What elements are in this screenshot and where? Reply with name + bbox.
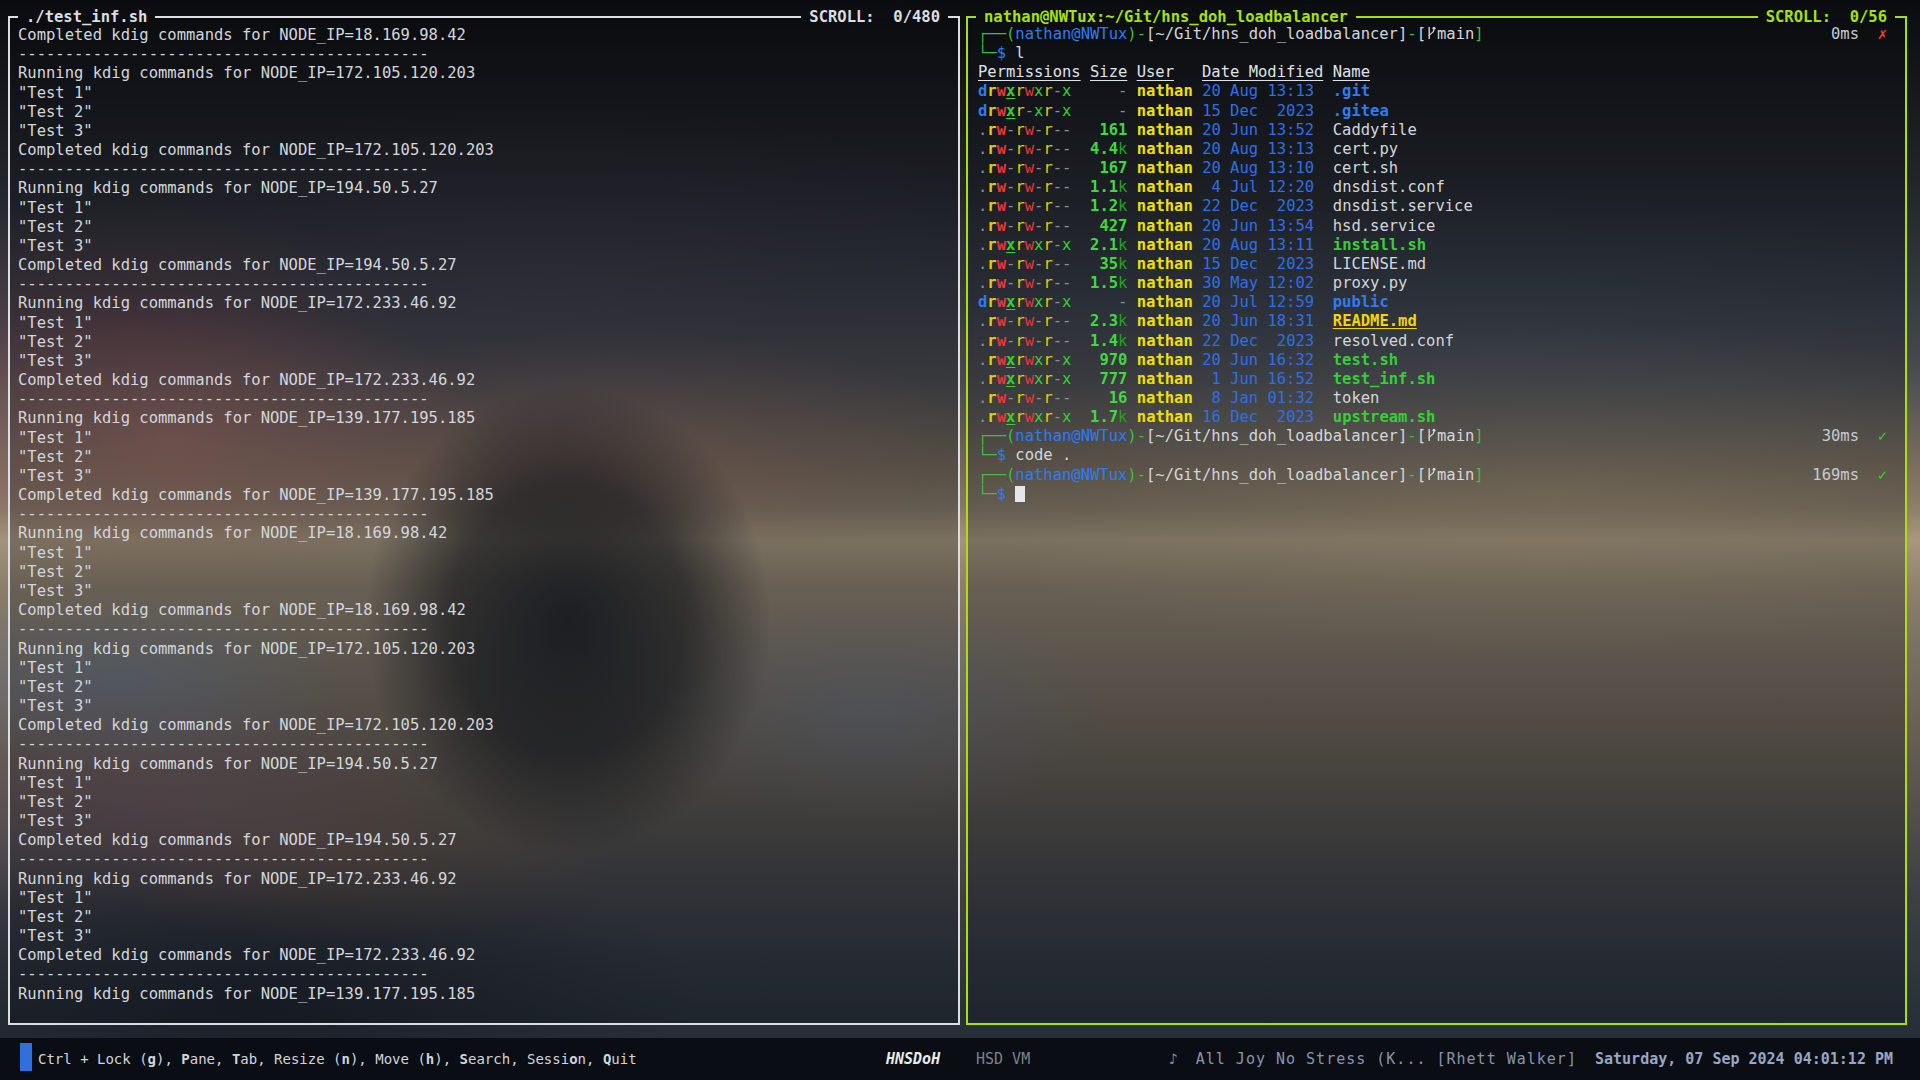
command-status: 169ms ✓ <box>1812 466 1887 485</box>
music-note-icon: ♪ <box>1169 1050 1196 1068</box>
left-pane-top-border: ./test_inf.sh SCROLL: 0/480 <box>8 6 960 28</box>
keybinding-hints[interactable]: Ctrl + Lock (g), Pane, Tab, Resize (n), … <box>38 1051 637 1067</box>
terminal-row: .rw-rw-r-- 427 nathan 20 Jun 13:54 hsd.s… <box>978 217 1905 236</box>
terminal-row: .rw-rw-r-- 4.4k nathan 20 Aug 13:13 cert… <box>978 140 1905 159</box>
status-bar: Ctrl + Lock (g), Pane, Tab, Resize (n), … <box>0 1038 1920 1080</box>
terminal-row: .rw-rw-r-- 2.3k nathan 20 Jun 18:31 READ… <box>978 312 1905 331</box>
terminal-row: .rw-rw-r-- 35k nathan 15 Dec 2023 LICENS… <box>978 255 1905 274</box>
terminal-row: ┌──(nathan@NWTux)-[~/Git/hns_doh_loadbal… <box>978 466 1905 485</box>
status-right-group: ♪ All Joy No Stress (K... [Rhett Walker]… <box>1169 1050 1893 1068</box>
git-branch-icon <box>1426 427 1437 445</box>
mode-indicator-block <box>20 1043 32 1071</box>
left-terminal-pane[interactable]: ./test_inf.sh SCROLL: 0/480 Completed kd… <box>8 17 960 1025</box>
terminal-row: .rw-rw-r-- 1.1k nathan 4 Jul 12:20 dnsdi… <box>978 178 1905 197</box>
command-status: 0ms ✗ <box>1831 25 1887 44</box>
vm-label: HSD VM <box>976 1050 1030 1068</box>
terminal-row: drwxrwxr-x - nathan 20 Jul 12:59 public <box>978 293 1905 312</box>
right-terminal-pane[interactable]: nathan@NWTux:~/Git/hns_doh_loadbalancer … <box>966 17 1907 1025</box>
left-pane-content: Completed kdig commands for NODE_IP=18.1… <box>10 17 958 1004</box>
git-branch-icon <box>1426 25 1437 43</box>
command-status: 30ms ✓ <box>1822 427 1887 446</box>
terminal-row: .rw-rw-r-- 1.2k nathan 22 Dec 2023 dnsdi… <box>978 197 1905 216</box>
terminal-row: └─$ l <box>978 44 1905 63</box>
music-track: All Joy No Stress (K... [Rhett Walker] <box>1196 1050 1577 1068</box>
right-pane-content: ┌──(nathan@NWTux)-[~/Git/hns_doh_loadbal… <box>968 17 1905 1023</box>
terminal-row: .rw-rw-r-- 1.4k nathan 22 Dec 2023 resol… <box>978 332 1905 351</box>
datetime: Saturday, 07 Sep 2024 04:01:12 PM <box>1595 1050 1893 1068</box>
terminal-row: Permissions Size User Date Modified Name <box>978 63 1905 82</box>
terminal-row: └─$ code . <box>978 446 1905 465</box>
session-name: HNSDoH <box>886 1050 940 1068</box>
terminal-row: ┌──(nathan@NWTux)-[~/Git/hns_doh_loadbal… <box>978 25 1905 44</box>
terminal-row: drwxrwxr-x - nathan 20 Aug 13:13 .git <box>978 82 1905 101</box>
terminal-row: .rwxrwxr-x 777 nathan 1 Jun 16:52 test_i… <box>978 370 1905 389</box>
terminal-row: drwxr-xr-x - nathan 15 Dec 2023 .gitea <box>978 102 1905 121</box>
left-pane-title: ./test_inf.sh <box>18 8 155 26</box>
terminal-row: .rw-rw-r-- 16 nathan 8 Jan 01:32 token <box>978 389 1905 408</box>
terminal-row: .rwxrwxr-x 970 nathan 20 Jun 16:32 test.… <box>978 351 1905 370</box>
git-branch-icon <box>1426 466 1437 484</box>
terminal-row: .rw-rw-r-- 167 nathan 20 Aug 13:10 cert.… <box>978 159 1905 178</box>
left-pane-scroll-indicator: SCROLL: 0/480 <box>801 8 948 26</box>
terminal-cursor <box>1015 486 1024 502</box>
terminal-row: .rw-rw-r-- 161 nathan 20 Jun 13:52 Caddy… <box>978 121 1905 140</box>
terminal-row: ┌──(nathan@NWTux)-[~/Git/hns_doh_loadbal… <box>978 427 1905 446</box>
terminal-row: .rw-rw-r-- 1.5k nathan 30 May 12:02 prox… <box>978 274 1905 293</box>
terminal-row: .rwxrwxr-x 2.1k nathan 20 Aug 13:11 inst… <box>978 236 1905 255</box>
terminal-row: └─$ <box>978 485 1905 504</box>
terminal-row: .rwxrwxr-x 1.7k nathan 16 Dec 2023 upstr… <box>978 408 1905 427</box>
